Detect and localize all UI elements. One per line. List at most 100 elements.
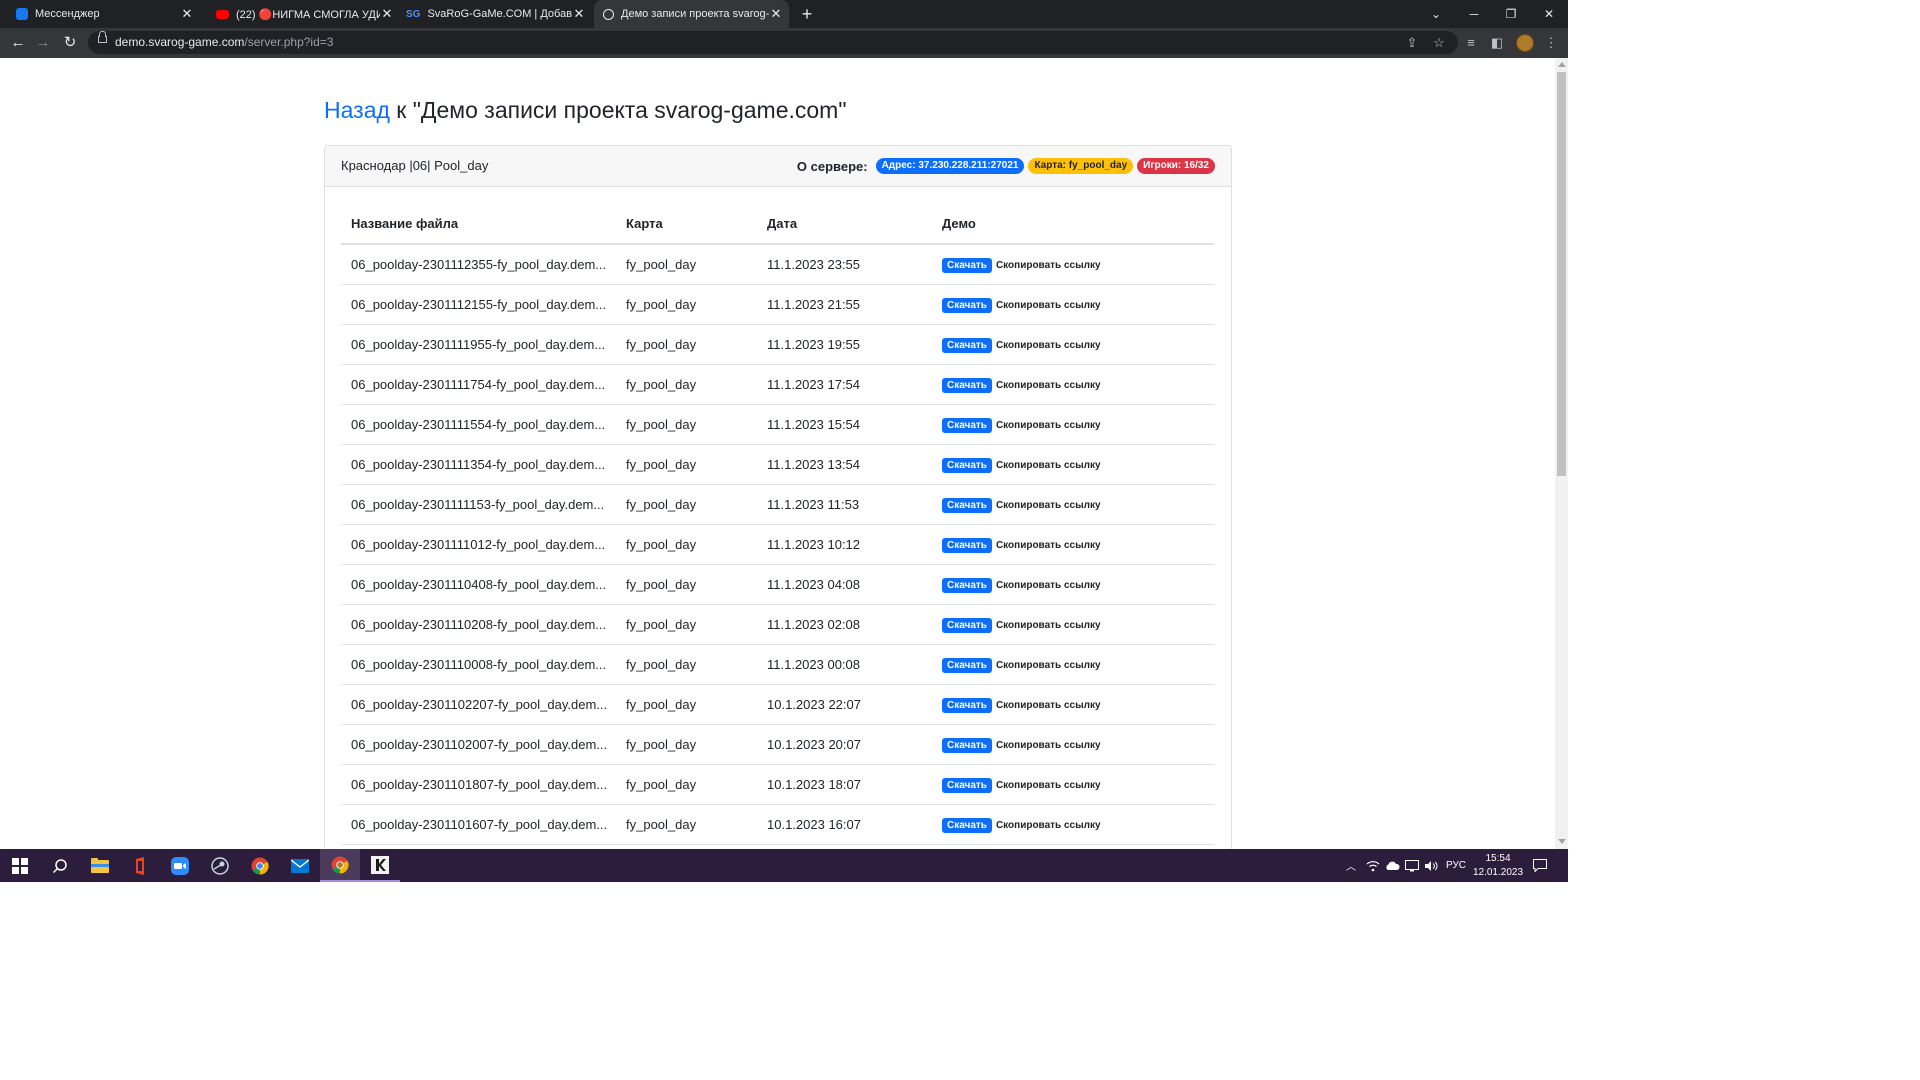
download-button[interactable]: Скачать xyxy=(942,618,992,633)
map-badge: Карта: fy_pool_day xyxy=(1028,158,1134,174)
copy-link-button[interactable]: Скопировать ссылку xyxy=(996,460,1101,471)
volume-icon[interactable] xyxy=(1424,849,1438,882)
download-button[interactable]: Скачать xyxy=(942,338,992,353)
address-badge: Адрес: 37.230.228.211:27021 xyxy=(875,158,1025,174)
notifications-icon[interactable] xyxy=(1533,849,1547,882)
tab-demo-records[interactable]: Демо записи проекта svarog-ga ✕ xyxy=(594,0,789,28)
download-button[interactable]: Скачать xyxy=(942,258,992,273)
server-info: О сервере: Адрес: 37.230.228.211:27021 К… xyxy=(797,158,1215,174)
chrome-icon[interactable] xyxy=(240,849,280,882)
scroll-up-arrow-icon[interactable] xyxy=(1558,62,1566,67)
date-cell: 11.1.2023 02:08 xyxy=(757,604,932,645)
map-cell: fy_pool_day xyxy=(616,364,757,405)
onedrive-icon[interactable] xyxy=(1385,849,1400,882)
copy-link-button[interactable]: Скопировать ссылку xyxy=(996,820,1101,831)
close-icon[interactable]: ✕ xyxy=(769,6,783,22)
reading-list-icon[interactable]: ≡ xyxy=(1461,33,1481,53)
back-arrow-icon[interactable]: ← xyxy=(8,33,28,53)
copy-link-button[interactable]: Скопировать ссылку xyxy=(996,380,1101,391)
file-explorer-icon[interactable] xyxy=(80,849,120,882)
download-button[interactable]: Скачать xyxy=(942,298,992,313)
minimize-icon[interactable]: ─ xyxy=(1456,0,1492,28)
reload-icon[interactable]: ↻ xyxy=(60,33,80,53)
copy-link-button[interactable]: Скопировать ссылку xyxy=(996,660,1101,671)
table-header-row: Название файла Карта Дата Демо xyxy=(341,203,1214,245)
tray-chevron-icon[interactable]: ︿ xyxy=(1346,849,1356,882)
date-cell: 11.1.2023 10:12 xyxy=(757,524,932,565)
profile-avatar[interactable] xyxy=(1516,34,1534,52)
copy-link-button[interactable]: Скопировать ссылку xyxy=(996,260,1101,271)
copy-link-button[interactable]: Скопировать ссылку xyxy=(996,580,1101,591)
bookmark-star-icon[interactable]: ☆ xyxy=(1429,33,1449,53)
address-bar[interactable]: demo.svarog-game.com/server.php?id=3 xyxy=(88,31,1458,54)
download-button[interactable]: Скачать xyxy=(942,498,992,513)
demo-actions-cell: Скачать Скопировать ссылку xyxy=(932,484,1214,525)
demo-actions-cell: Скачать Скопировать ссылку xyxy=(932,564,1214,605)
copy-link-button[interactable]: Скопировать ссылку xyxy=(996,780,1101,791)
zoom-icon[interactable] xyxy=(160,849,200,882)
download-button[interactable]: Скачать xyxy=(942,418,992,433)
tab-svarog[interactable]: SG SvaRoG-GaMe.COM | Добавлен ✕ xyxy=(400,0,592,28)
copy-link-button[interactable]: Скопировать ссылку xyxy=(996,700,1101,711)
copy-link-button[interactable]: Скопировать ссылку xyxy=(996,500,1101,511)
file-name-cell: 06_poolday-2301110208-fy_pool_day.dem... xyxy=(341,604,616,645)
copy-link-button[interactable]: Скопировать ссылку xyxy=(996,340,1101,351)
office-icon[interactable] xyxy=(120,849,160,882)
download-button[interactable]: Скачать xyxy=(942,538,992,553)
download-button[interactable]: Скачать xyxy=(942,658,992,673)
download-button[interactable]: Скачать xyxy=(942,378,992,393)
close-icon[interactable]: ✕ xyxy=(380,6,394,22)
close-icon[interactable]: ✕ xyxy=(572,6,586,22)
mail-icon[interactable] xyxy=(280,849,320,882)
demo-table: Название файла Карта Дата Демо 06_poolda… xyxy=(341,203,1214,845)
game-app-icon[interactable] xyxy=(360,849,400,882)
table-row: 06_poolday-2301102007-fy_pool_day.dem...… xyxy=(341,724,1214,765)
tab-youtube[interactable]: (22) 🔴НИГМА СМОГЛА УДИВИ ✕ xyxy=(200,0,400,28)
close-icon[interactable]: ✕ xyxy=(180,6,194,22)
download-button[interactable]: Скачать xyxy=(942,778,992,793)
demo-actions-cell: Скачать Скопировать ссылку xyxy=(932,284,1214,325)
scrollbar-thumb[interactable] xyxy=(1557,72,1566,476)
page-scrollbar[interactable] xyxy=(1555,58,1568,849)
side-panel-icon[interactable]: ◧ xyxy=(1487,33,1507,53)
messenger-icon xyxy=(16,8,28,20)
demo-actions-cell: Скачать Скопировать ссылку xyxy=(932,724,1214,765)
demo-actions-cell: Скачать Скопировать ссылку xyxy=(932,804,1214,845)
copy-link-button[interactable]: Скопировать ссылку xyxy=(996,620,1101,631)
forward-arrow-icon[interactable]: → xyxy=(33,33,53,53)
clock[interactable]: 15:54 12.01.2023 xyxy=(1470,852,1526,880)
file-name-cell: 06_poolday-2301110408-fy_pool_day.dem... xyxy=(341,564,616,605)
download-button[interactable]: Скачать xyxy=(942,578,992,593)
back-link[interactable]: Назад xyxy=(324,97,390,123)
share-icon[interactable]: ⇪ xyxy=(1402,33,1422,53)
tab-messenger[interactable]: Мессенджер ✕ xyxy=(0,0,200,28)
steam-icon[interactable] xyxy=(200,849,240,882)
scroll-down-arrow-icon[interactable] xyxy=(1558,839,1566,844)
network-icon[interactable] xyxy=(1366,849,1380,882)
language-indicator[interactable]: РУС xyxy=(1446,849,1466,882)
youtube-icon xyxy=(216,9,229,19)
file-name-cell: 06_poolday-2301112155-fy_pool_day.dem... xyxy=(341,284,616,325)
search-icon[interactable] xyxy=(40,849,80,882)
download-button[interactable]: Скачать xyxy=(942,738,992,753)
display-icon[interactable] xyxy=(1405,849,1419,882)
download-button[interactable]: Скачать xyxy=(942,458,992,473)
copy-link-button[interactable]: Скопировать ссылку xyxy=(996,740,1101,751)
demo-actions-cell: Скачать Скопировать ссылку xyxy=(932,364,1214,405)
copy-link-button[interactable]: Скопировать ссылку xyxy=(996,540,1101,551)
copy-link-button[interactable]: Скопировать ссылку xyxy=(996,300,1101,311)
table-row: 06_poolday-2301101607-fy_pool_day.dem...… xyxy=(341,804,1214,845)
date-cell: 11.1.2023 21:55 xyxy=(757,284,932,325)
download-button[interactable]: Скачать xyxy=(942,818,992,833)
tab-search-icon[interactable]: ⌄ xyxy=(1418,0,1454,28)
tab-label: (22) 🔴НИГМА СМОГЛА УДИВИ xyxy=(236,8,380,21)
window-close-icon[interactable]: ✕ xyxy=(1531,0,1567,28)
download-button[interactable]: Скачать xyxy=(942,698,992,713)
copy-link-button[interactable]: Скопировать ссылку xyxy=(996,420,1101,431)
new-tab-button[interactable]: + xyxy=(798,4,816,24)
restore-icon[interactable]: ❐ xyxy=(1493,0,1529,28)
chrome-canary-icon[interactable] xyxy=(320,849,360,882)
menu-dots-icon[interactable]: ⋮ xyxy=(1541,33,1561,53)
windows-start-icon[interactable] xyxy=(0,849,40,882)
demo-actions-cell: Скачать Скопировать ссылку xyxy=(932,244,1214,285)
